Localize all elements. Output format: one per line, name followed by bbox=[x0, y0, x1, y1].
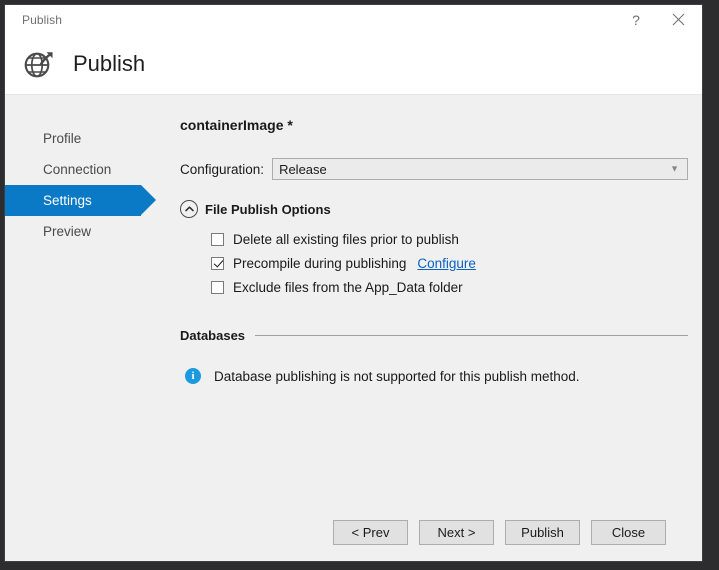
option-label: Precompile during publishing bbox=[233, 255, 407, 271]
file-publish-options-title: File Publish Options bbox=[205, 201, 331, 217]
checkbox[interactable] bbox=[211, 280, 224, 294]
option-label: Delete all existing files prior to publi… bbox=[233, 231, 459, 247]
publish-button[interactable]: Publish bbox=[505, 519, 580, 545]
help-button[interactable]: ? bbox=[618, 5, 654, 34]
databases-message: Database publishing is not supported for… bbox=[214, 368, 580, 384]
sidebar-item-label: Profile bbox=[43, 131, 82, 146]
sidebar-item-preview[interactable]: Preview bbox=[5, 216, 180, 247]
file-publish-options-header[interactable]: File Publish Options bbox=[180, 200, 688, 218]
section-divider bbox=[255, 335, 688, 336]
sidebar-item-profile[interactable]: Profile bbox=[5, 123, 180, 154]
sidebar-item-label: Connection bbox=[43, 162, 112, 177]
configure-link[interactable]: Configure bbox=[417, 256, 476, 271]
sidebar-item-connection[interactable]: Connection bbox=[5, 154, 180, 185]
close-button[interactable] bbox=[660, 5, 696, 34]
chevron-down-icon: ▼ bbox=[670, 163, 679, 174]
sidebar-item-label: Settings bbox=[43, 193, 92, 208]
info-icon: i bbox=[185, 368, 201, 384]
configuration-select[interactable]: Release ▼ bbox=[272, 158, 688, 180]
profile-name: containerImage * bbox=[180, 117, 293, 133]
globe-publish-icon bbox=[20, 45, 58, 83]
publish-dialog: Publish ? Publish Profile Connection Set… bbox=[4, 4, 703, 562]
databases-message-row: i Database publishing is not supported f… bbox=[180, 368, 688, 384]
option-exclude-app-data[interactable]: Exclude files from the App_Data folder bbox=[180, 275, 688, 299]
close-icon bbox=[672, 13, 684, 26]
option-label: Exclude files from the App_Data folder bbox=[233, 279, 463, 295]
configuration-label: Configuration: bbox=[180, 161, 265, 177]
dialog-footer: < Prev Next > Publish Close bbox=[5, 503, 702, 561]
configuration-value: Release bbox=[279, 161, 327, 177]
chevron-up-icon[interactable] bbox=[180, 200, 198, 218]
checkbox[interactable] bbox=[211, 256, 224, 270]
option-delete-existing-files[interactable]: Delete all existing files prior to publi… bbox=[180, 227, 688, 251]
configuration-row: Configuration: Release ▼ bbox=[180, 158, 688, 180]
settings-panel: containerImage * Configuration: Release … bbox=[180, 95, 702, 503]
checkbox[interactable] bbox=[211, 232, 224, 246]
databases-section-header: Databases bbox=[180, 328, 688, 343]
window-title: Publish bbox=[22, 12, 63, 27]
databases-title: Databases bbox=[180, 328, 246, 343]
dialog-body: Profile Connection Settings Preview cont… bbox=[5, 95, 702, 503]
option-precompile-during-publishing[interactable]: Precompile during publishing Configure bbox=[180, 251, 688, 275]
question-mark-icon: ? bbox=[632, 11, 640, 28]
prev-button[interactable]: < Prev bbox=[333, 519, 408, 545]
page-title: Publish bbox=[73, 51, 146, 76]
sidebar-item-label: Preview bbox=[43, 224, 92, 239]
wizard-nav: Profile Connection Settings Preview bbox=[5, 95, 180, 503]
dialog-header: Publish bbox=[5, 34, 702, 95]
close-dialog-button[interactable]: Close bbox=[591, 519, 666, 545]
next-button[interactable]: Next > bbox=[419, 519, 494, 545]
title-bar: Publish ? bbox=[5, 5, 702, 34]
sidebar-item-settings[interactable]: Settings bbox=[5, 185, 156, 216]
